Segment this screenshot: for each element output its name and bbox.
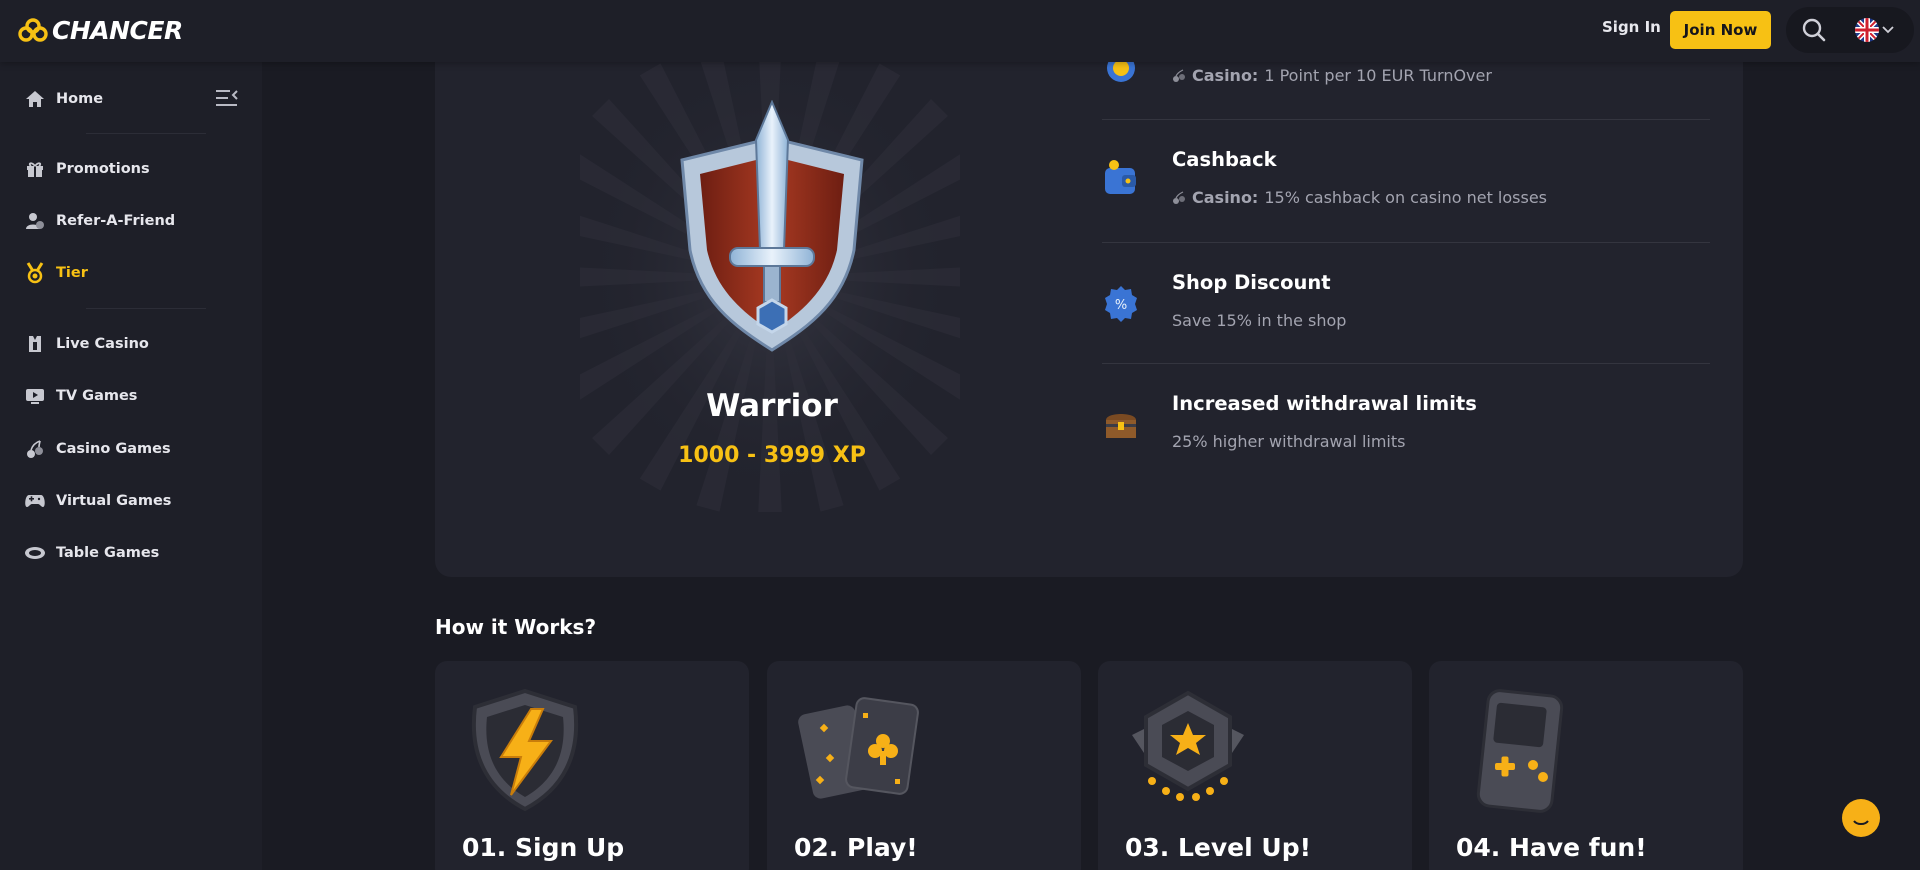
benefit-desc-text: 15% cashback on casino net losses: [1264, 188, 1548, 207]
benefit-withdrawal-limits: Increased withdrawal limits 25% higher w…: [1100, 392, 1710, 462]
handheld-console-icon: [1476, 689, 1564, 813]
lightning-shield-icon: [471, 688, 579, 812]
search-icon[interactable]: [1801, 17, 1827, 43]
refer-friend-icon: [24, 210, 46, 232]
sidebar-item-table-games[interactable]: Table Games: [24, 542, 159, 564]
star-badge-icon: [1132, 690, 1244, 801]
step-card-sign-up[interactable]: 01. Sign Up: [435, 661, 749, 870]
sidebar-item-casino-games[interactable]: Casino Games: [24, 438, 171, 460]
tv-icon: [24, 385, 46, 407]
sidebar-item-label: Refer-A-Friend: [56, 213, 176, 229]
gamepad-icon: [24, 490, 46, 512]
step-label: 01. Sign Up: [462, 833, 625, 862]
clover-logo-icon: [18, 17, 48, 42]
benefit-shop-discount: % Shop Discount Save 15% in the shop: [1100, 271, 1710, 341]
cards-icon: [798, 697, 919, 799]
tier-name: Warrior: [706, 388, 838, 424]
sidebar-item-label: Casino Games: [56, 441, 171, 457]
cherries-icon: [24, 438, 46, 460]
sidebar-item-virtual-games[interactable]: Virtual Games: [24, 490, 171, 512]
sidebar-item-home[interactable]: Home: [24, 88, 103, 110]
benefit-title: Shop Discount: [1172, 271, 1331, 294]
uk-flag-icon[interactable]: [1855, 18, 1879, 42]
sidebar-item-label: Table Games: [56, 545, 160, 561]
benefit-desc: Save 15% in the shop: [1172, 311, 1346, 330]
sidebar-item-tv-games[interactable]: TV Games: [24, 385, 137, 407]
sidebar: Home Promotions Refer-A-Friend Tier Live…: [0, 62, 262, 870]
sidebar-item-label: TV Games: [56, 388, 138, 404]
sidebar-item-tier[interactable]: Tier: [24, 262, 88, 284]
sidebar-item-label: Tier: [56, 265, 88, 281]
step-card-level-up[interactable]: 03. Level Up!: [1098, 661, 1412, 870]
top-header: CHANCER Sign In Join Now: [0, 0, 1920, 62]
benefit-desc: Casino: 1 Point per 10 EUR TurnOver: [1172, 66, 1492, 85]
live-casino-icon: [24, 333, 46, 355]
chat-support-button[interactable]: [1842, 799, 1880, 837]
sidebar-divider: [86, 308, 206, 309]
benefit-desc-text: 1 Point per 10 EUR TurnOver: [1264, 66, 1492, 85]
step-label: 04. Have fun!: [1456, 833, 1647, 862]
benefit-points: Casino: 1 Point per 10 EUR TurnOver: [1100, 54, 1710, 117]
benefit-cashback: Cashback Casino: 15% cashback on casino …: [1100, 148, 1710, 218]
svg-text:%: %: [1115, 298, 1127, 313]
wallet-icon: [1105, 160, 1136, 194]
benefit-desc-text: Save 15% in the shop: [1172, 311, 1347, 330]
medal-icon: [24, 262, 46, 284]
benefit-title: Cashback: [1172, 148, 1277, 171]
benefit-desc: 25% higher withdrawal limits: [1172, 432, 1405, 451]
sidebar-item-label: Home: [56, 91, 104, 107]
step-card-have-fun[interactable]: 04. Have fun!: [1429, 661, 1743, 870]
step-label: 03. Level Up!: [1125, 833, 1311, 862]
benefit-title: Increased withdrawal limits: [1172, 392, 1477, 415]
benefit-tag: Casino:: [1192, 188, 1259, 207]
sidebar-divider: [86, 133, 206, 134]
sidebar-item-label: Virtual Games: [56, 493, 172, 509]
benefit-desc: Casino: 15% cashback on casino net losse…: [1172, 188, 1547, 207]
chevron-down-icon[interactable]: [1881, 22, 1895, 36]
chest-icon: [1106, 414, 1136, 438]
benefit-divider: [1102, 242, 1710, 243]
sidebar-item-label: Live Casino: [56, 336, 149, 352]
how-it-works-title: How it Works?: [435, 615, 597, 639]
sidebar-item-refer-a-friend[interactable]: Refer-A-Friend: [24, 210, 175, 232]
cherries-icon: [1173, 190, 1185, 204]
gift-icon: [24, 158, 46, 180]
tier-xp-range: 1000 - 3999 XP: [678, 443, 866, 468]
benefit-divider: [1102, 363, 1710, 364]
cherries-icon: [1173, 68, 1185, 82]
chat-bubble-icon: [1846, 802, 1876, 832]
step-card-play[interactable]: 02. Play!: [767, 661, 1081, 870]
brand-name: CHANCER: [52, 16, 183, 45]
benefit-desc-text: 25% higher withdrawal limits: [1172, 432, 1406, 451]
table-icon: [24, 542, 46, 564]
benefit-divider: [1102, 119, 1710, 120]
sidebar-item-promotions[interactable]: Promotions: [24, 158, 150, 180]
benefit-tag: Casino:: [1192, 66, 1259, 85]
sidebar-item-label: Promotions: [56, 161, 150, 177]
sidebar-item-live-casino[interactable]: Live Casino: [24, 333, 149, 355]
home-icon: [24, 88, 46, 110]
collapse-sidebar-icon[interactable]: [215, 88, 239, 108]
brand-logo[interactable]: CHANCER: [18, 16, 183, 45]
join-now-button[interactable]: Join Now: [1670, 11, 1771, 49]
discount-badge-icon: %: [1105, 286, 1137, 322]
step-label: 02. Play!: [794, 833, 918, 862]
warrior-shield-icon: [680, 100, 864, 352]
sign-in-link[interactable]: Sign In: [1602, 18, 1661, 36]
